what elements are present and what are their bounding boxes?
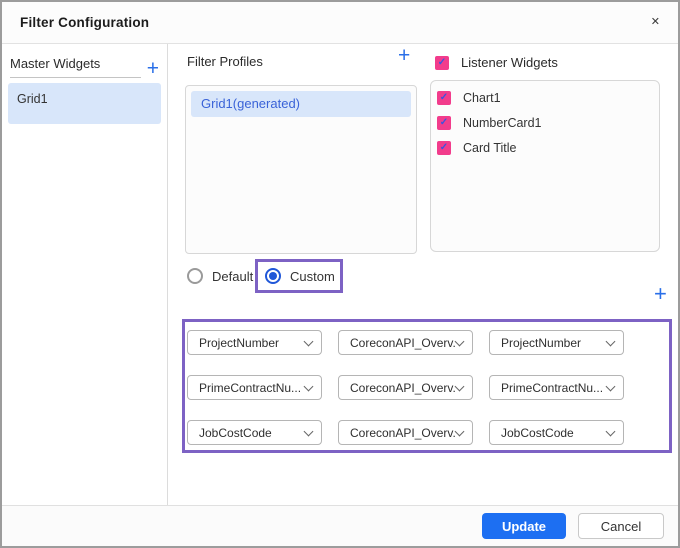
default-radio-label: Default: [212, 268, 254, 284]
chevron-down-icon: [605, 336, 616, 346]
source-dropdown[interactable]: CoreconAPI_Overv...: [338, 330, 473, 355]
chevron-down-icon: [303, 381, 314, 391]
mapping-row: ProjectNumber CoreconAPI_Overv... Projec…: [187, 330, 624, 355]
close-icon[interactable]: ✕: [651, 17, 660, 28]
target-dropdown[interactable]: PrimeContractNu...: [489, 375, 624, 400]
listener-checkbox-card-title[interactable]: ✓: [437, 141, 451, 155]
chevron-down-icon: [454, 381, 465, 391]
custom-radio[interactable]: [265, 268, 281, 284]
checkmark-icon: ✓: [439, 92, 449, 103]
listener-widgets-select-all-checkbox[interactable]: ✓: [435, 55, 449, 70]
chevron-down-icon: [303, 336, 314, 346]
add-master-widget-icon[interactable]: +: [147, 58, 159, 79]
checkmark-icon: ✓: [439, 117, 449, 128]
filter-profile-item[interactable]: Grid1(generated): [191, 91, 411, 117]
listener-widgets-header-row: ✓ Listener Widgets: [435, 55, 558, 70]
filter-configuration-dialog: Filter Configuration ✕ Master Widgets + …: [0, 0, 680, 548]
update-button[interactable]: Update: [482, 513, 566, 539]
filter-profiles-header: Filter Profiles: [187, 54, 263, 69]
master-widget-item-grid1[interactable]: Grid1: [8, 83, 161, 124]
source-dropdown[interactable]: CoreconAPI_Overv...: [338, 375, 473, 400]
listener-widget-row: ✓ Card Title: [437, 141, 659, 155]
listener-widget-row: ✓ Chart1: [437, 91, 659, 105]
listener-label: Card Title: [463, 141, 517, 155]
dialog-titlebar: Filter Configuration ✕: [2, 2, 678, 44]
checkmark-icon: ✓: [439, 142, 449, 153]
checkmark-icon: ✓: [437, 56, 447, 68]
cancel-button[interactable]: Cancel: [578, 513, 664, 539]
listener-label: NumberCard1: [463, 116, 542, 130]
mapping-row: JobCostCode CoreconAPI_Overv... JobCostC…: [187, 420, 624, 445]
target-dropdown[interactable]: ProjectNumber: [489, 330, 624, 355]
default-radio-row: Default: [187, 268, 253, 284]
listener-checkbox-numbercard1[interactable]: ✓: [437, 116, 451, 130]
master-widgets-header: Master Widgets: [10, 56, 141, 78]
mapping-section: ProjectNumber CoreconAPI_Overv... Projec…: [182, 319, 672, 453]
chevron-down-icon: [303, 426, 314, 436]
field-dropdown[interactable]: PrimeContractNu...: [187, 375, 322, 400]
listener-widget-row: ✓ NumberCard1: [437, 116, 659, 130]
chevron-down-icon: [605, 426, 616, 436]
field-dropdown[interactable]: JobCostCode: [187, 420, 322, 445]
listener-widgets-list: ✓ Chart1 ✓ NumberCard1 ✓ Card Title: [430, 80, 660, 252]
chevron-down-icon: [605, 381, 616, 391]
field-dropdown[interactable]: ProjectNumber: [187, 330, 322, 355]
custom-radio-label: Custom: [290, 268, 335, 284]
add-filter-profile-icon[interactable]: +: [398, 45, 410, 66]
chevron-down-icon: [454, 336, 465, 346]
listener-widgets-header: Listener Widgets: [461, 55, 558, 70]
dialog-title: Filter Configuration: [20, 15, 150, 30]
listener-checkbox-chart1[interactable]: ✓: [437, 91, 451, 105]
source-dropdown[interactable]: CoreconAPI_Overv...: [338, 420, 473, 445]
master-widgets-panel: Master Widgets + Grid1: [2, 44, 168, 505]
chevron-down-icon: [454, 426, 465, 436]
filter-profiles-list: Grid1(generated): [185, 85, 417, 254]
dialog-content: Filter Profiles + Grid1(generated) ✓ Lis…: [169, 44, 678, 505]
custom-highlight-frame: Custom: [255, 259, 343, 293]
mapping-row: PrimeContractNu... CoreconAPI_Overv... P…: [187, 375, 624, 400]
listener-label: Chart1: [463, 91, 501, 105]
master-widgets-header-row: Master Widgets +: [10, 56, 159, 79]
default-radio[interactable]: [187, 268, 203, 284]
target-dropdown[interactable]: JobCostCode: [489, 420, 624, 445]
add-mapping-icon[interactable]: +: [654, 283, 667, 305]
dialog-footer: Update Cancel: [2, 505, 678, 546]
